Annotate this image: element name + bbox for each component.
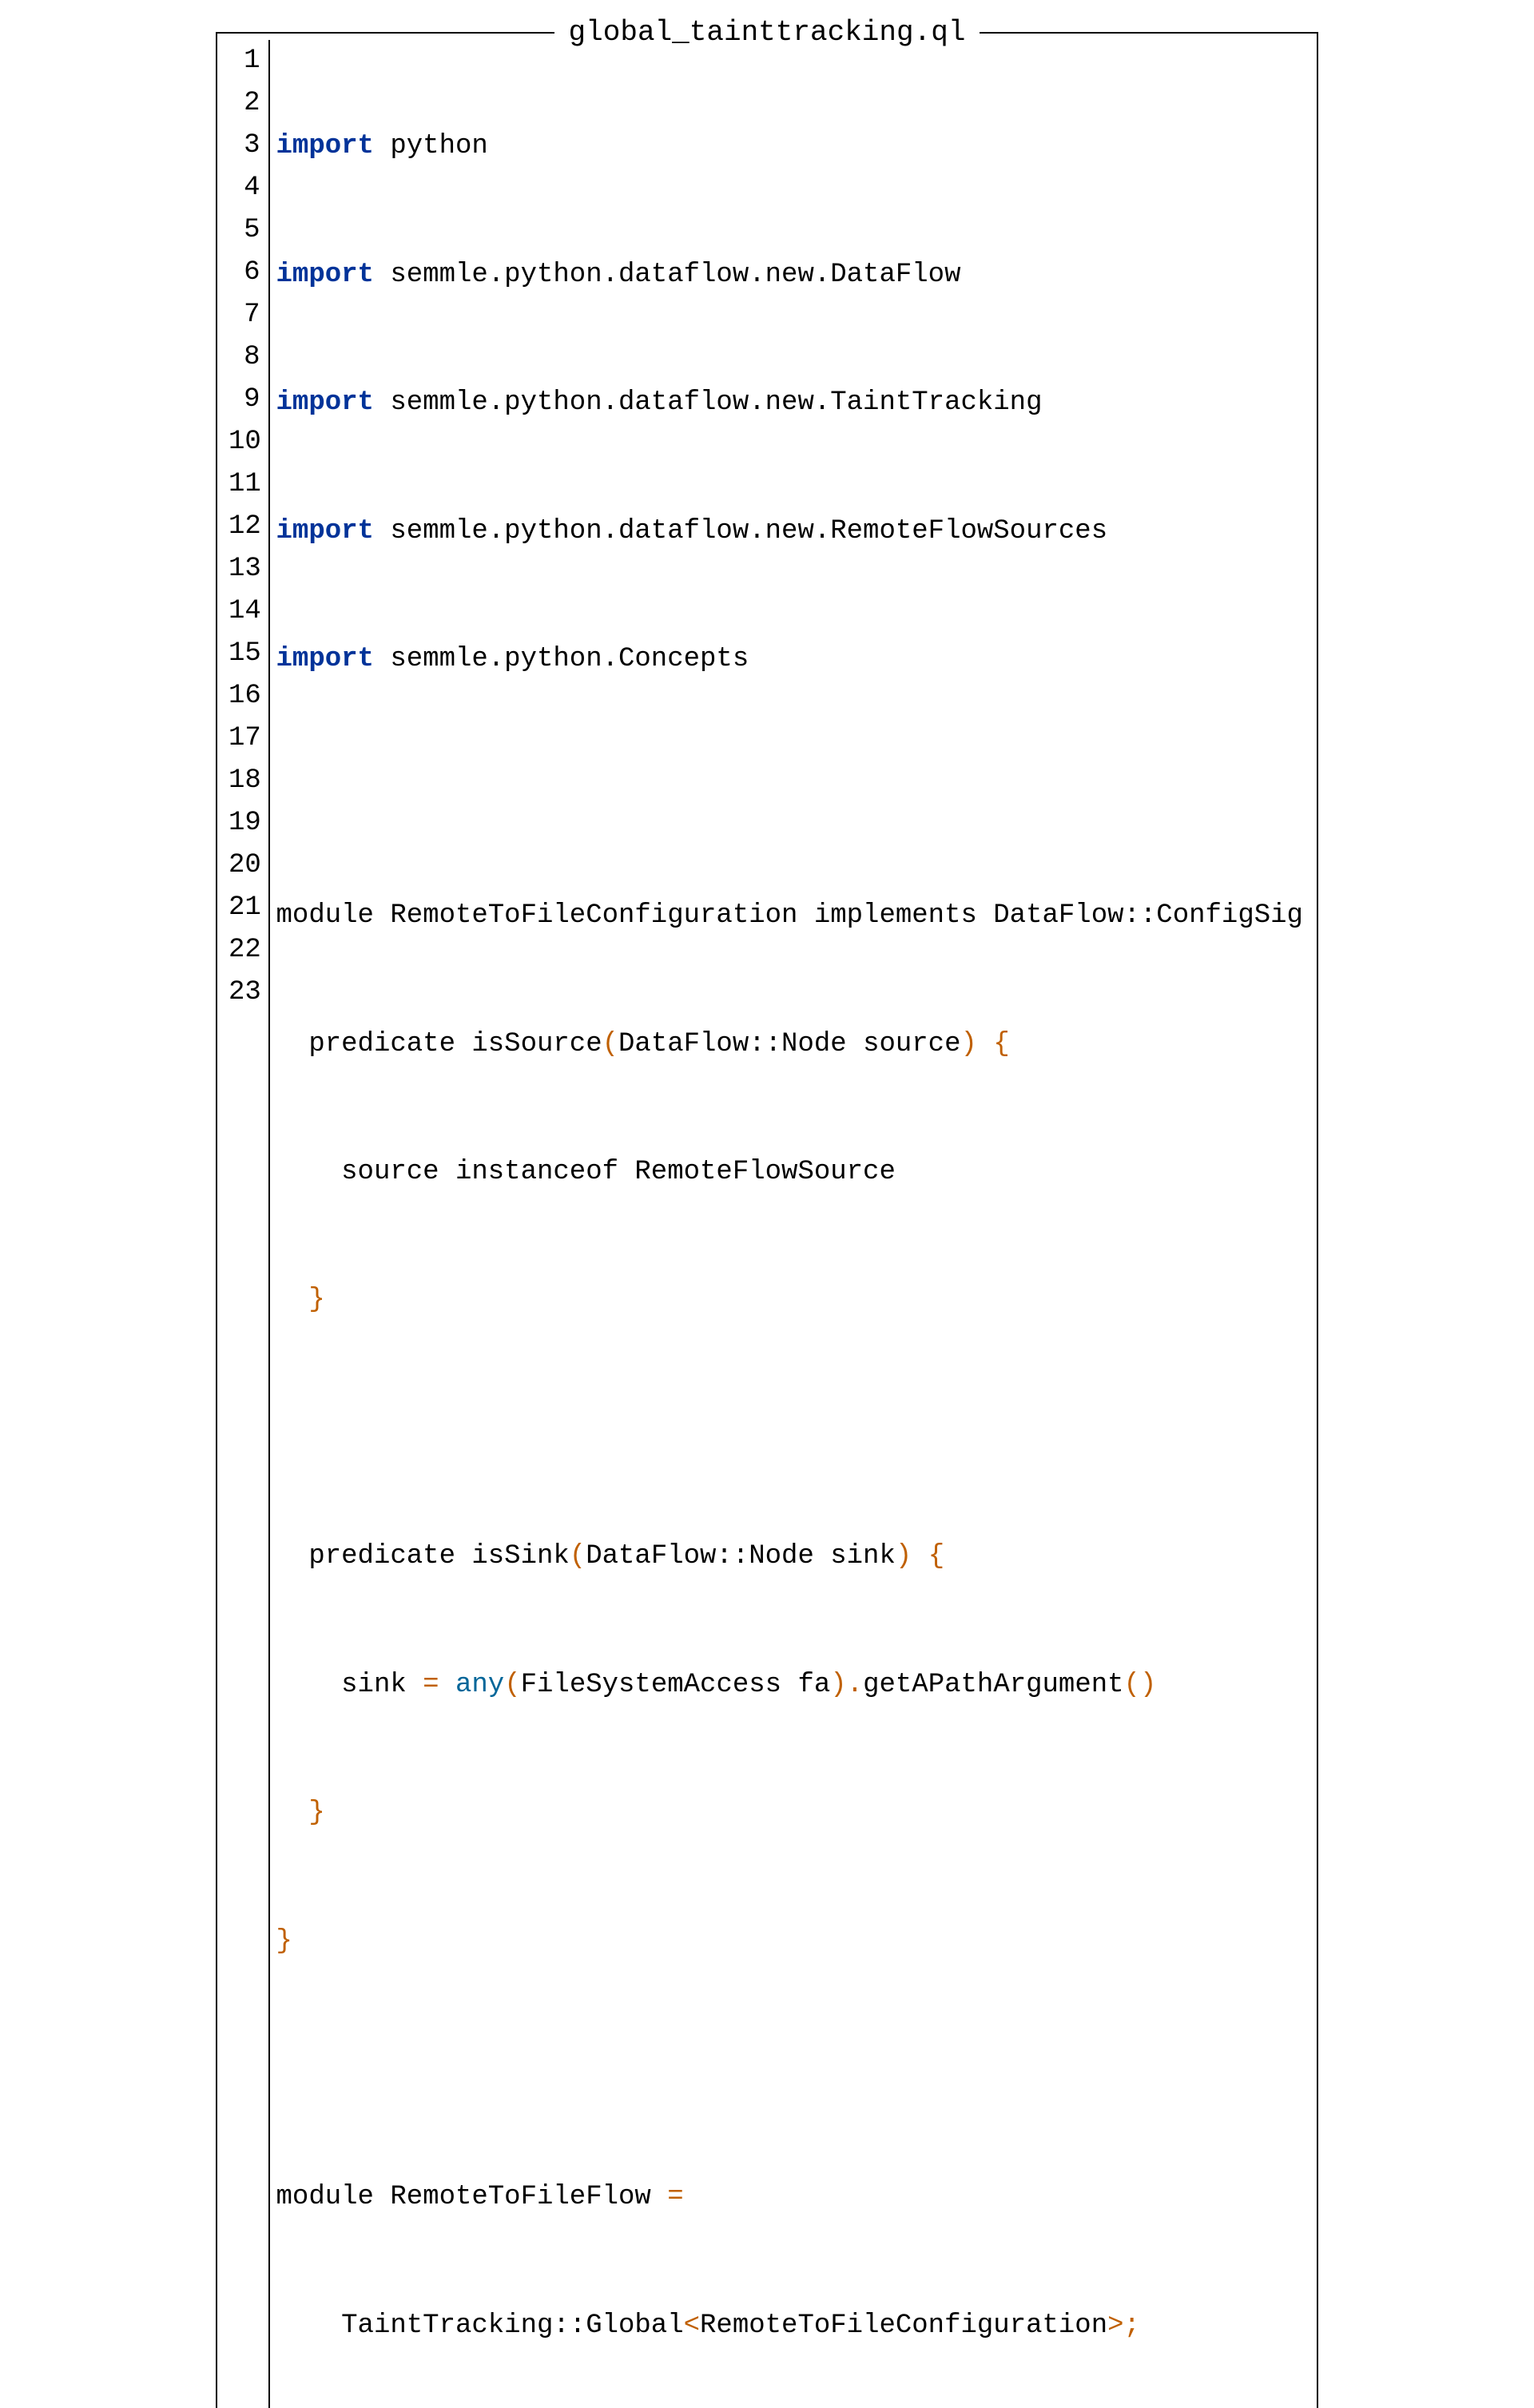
brace: } xyxy=(308,1285,324,1315)
code-listing: global_tainttracking.ql 1 2 3 4 5 6 7 8 … xyxy=(216,32,1318,2408)
line-number: 3 xyxy=(229,125,260,167)
paren: ) xyxy=(830,1670,846,1700)
line-number: 11 xyxy=(229,463,260,506)
code-line xyxy=(276,1408,1302,1450)
code-text: semmle.python.dataflow.new.RemoteFlowSou… xyxy=(374,516,1107,546)
code-text: predicate isSink xyxy=(276,1541,570,1572)
code-text xyxy=(977,1029,993,1059)
line-number: 16 xyxy=(229,675,260,717)
angle: < xyxy=(684,2311,700,2341)
code-text xyxy=(276,2054,292,2084)
code-text xyxy=(912,1541,928,1572)
code-line: } xyxy=(276,1921,1302,1963)
code-text: predicate isSource xyxy=(276,1029,602,1059)
line-number: 7 xyxy=(229,294,260,336)
code-text xyxy=(276,773,292,803)
line-number: 21 xyxy=(229,887,260,929)
code-line: import python xyxy=(276,125,1302,168)
brace: } xyxy=(308,1798,324,1828)
line-number: 14 xyxy=(229,590,260,633)
operator: = xyxy=(667,2182,683,2212)
code-text: sink xyxy=(276,1670,423,1700)
line-number-gutter: 1 2 3 4 5 6 7 8 9 10 11 12 13 14 15 16 1… xyxy=(217,40,270,2408)
line-number: 18 xyxy=(229,760,260,802)
line-number: 10 xyxy=(229,421,260,463)
paren: ) xyxy=(961,1029,977,1059)
line-number: 20 xyxy=(229,844,260,887)
line-number: 2 xyxy=(229,82,260,125)
line-number: 4 xyxy=(229,167,260,209)
code-text: semmle.python.dataflow.new.TaintTracking xyxy=(374,387,1043,418)
line-number: 5 xyxy=(229,209,260,252)
keyword: import xyxy=(276,131,374,161)
code-line: predicate isSink(DataFlow::Node sink) { xyxy=(276,1536,1302,1578)
line-number: 22 xyxy=(229,929,260,972)
code-line: sink = any(FileSystemAccess fa).getAPath… xyxy=(276,1664,1302,1707)
code-line: import semmle.python.dataflow.new.Remote… xyxy=(276,511,1302,553)
builtin: any xyxy=(455,1670,504,1700)
code-text: RemoteToFileConfiguration xyxy=(700,2311,1107,2341)
line-number: 17 xyxy=(229,717,260,760)
title-bar: global_tainttracking.ql xyxy=(217,16,1317,49)
code-text: module RemoteToFileFlow xyxy=(276,2182,668,2212)
code-area: import python import semmle.python.dataf… xyxy=(270,40,1317,2408)
line-number: 23 xyxy=(229,972,260,1014)
paren: () xyxy=(1124,1670,1157,1700)
code-text: python xyxy=(374,131,488,161)
code-line: predicate isSource(DataFlow::Node source… xyxy=(276,1023,1302,1066)
angle: > xyxy=(1107,2311,1123,2341)
keyword: import xyxy=(276,387,374,418)
code-line: import semmle.python.dataflow.new.TaintT… xyxy=(276,382,1302,424)
code-line: module RemoteToFileConfiguration impleme… xyxy=(276,895,1302,937)
paren: ( xyxy=(504,1670,520,1700)
paren: ) xyxy=(896,1541,912,1572)
code-line: } xyxy=(276,1792,1302,1834)
paren: ( xyxy=(602,1029,618,1059)
code-line xyxy=(276,2048,1302,2091)
line-number: 12 xyxy=(229,506,260,548)
operator: = xyxy=(423,1670,439,1700)
line-number: 19 xyxy=(229,802,260,844)
dot: . xyxy=(847,1670,863,1700)
code-text: DataFlow::Node sink xyxy=(586,1541,896,1572)
code-text: module RemoteToFileConfiguration impleme… xyxy=(276,900,1317,931)
keyword: import xyxy=(276,260,374,290)
code-text: getAPathArgument xyxy=(863,1670,1123,1700)
line-number: 15 xyxy=(229,633,260,675)
paren: ( xyxy=(570,1541,586,1572)
code-text: semmle.python.Concepts xyxy=(374,644,749,674)
code-text xyxy=(276,1798,309,1828)
filename-title: global_tainttracking.ql xyxy=(554,16,980,49)
code-body: 1 2 3 4 5 6 7 8 9 10 11 12 13 14 15 16 1… xyxy=(217,34,1317,2408)
code-text: source instanceof RemoteFlowSource xyxy=(276,1157,896,1187)
code-text xyxy=(439,1670,455,1700)
brace: } xyxy=(276,1926,292,1957)
line-number: 8 xyxy=(229,336,260,379)
keyword: import xyxy=(276,644,374,674)
line-number: 13 xyxy=(229,548,260,590)
line-number: 9 xyxy=(229,379,260,421)
brace: { xyxy=(993,1029,1009,1059)
code-line: import semmle.python.dataflow.new.DataFl… xyxy=(276,254,1302,296)
code-line: TaintTracking::Global<RemoteToFileConfig… xyxy=(276,2305,1302,2347)
code-line: module RemoteToFileFlow = xyxy=(276,2176,1302,2219)
code-line: } xyxy=(276,1279,1302,1321)
code-line: source instanceof RemoteFlowSource xyxy=(276,1151,1302,1194)
code-text xyxy=(276,1413,292,1444)
code-line xyxy=(276,767,1302,809)
code-text xyxy=(276,1285,309,1315)
brace: { xyxy=(928,1541,944,1572)
code-text: FileSystemAccess fa xyxy=(521,1670,831,1700)
code-text: DataFlow::Node source xyxy=(618,1029,960,1059)
code-text: semmle.python.dataflow.new.DataFlow xyxy=(374,260,961,290)
code-text: TaintTracking::Global xyxy=(276,2311,684,2341)
line-number: 6 xyxy=(229,252,260,294)
keyword: import xyxy=(276,516,374,546)
code-line: import semmle.python.Concepts xyxy=(276,638,1302,681)
semicolon: ; xyxy=(1124,2311,1140,2341)
